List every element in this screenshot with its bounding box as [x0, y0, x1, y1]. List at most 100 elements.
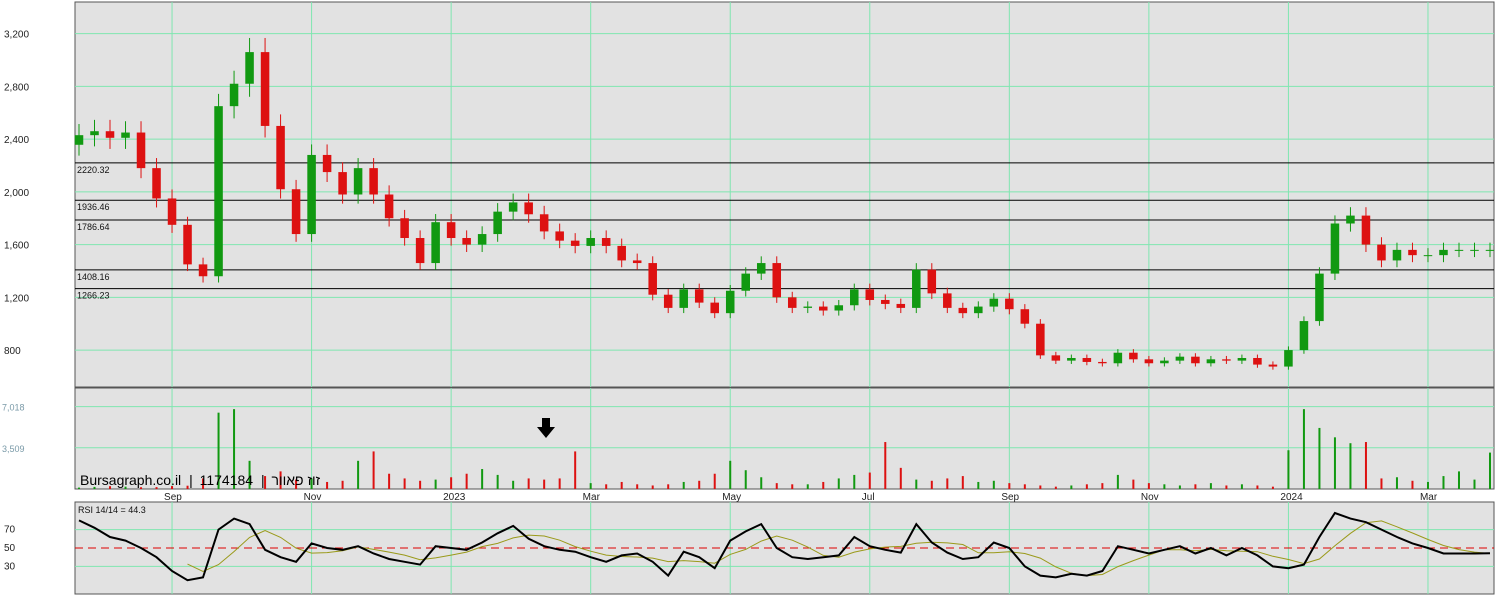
- brand-security-id: 1174184: [200, 472, 254, 488]
- volume-bar: [1194, 484, 1197, 489]
- time-axis-label: Sep: [1001, 492, 1019, 503]
- candle-body: [1454, 249, 1464, 251]
- candle-body: [1175, 356, 1185, 361]
- volume-bar: [1085, 484, 1088, 489]
- candle-body: [462, 238, 471, 245]
- brand-sep-2: |: [261, 472, 265, 488]
- price-tick-label: 800: [4, 346, 21, 357]
- candle-body: [198, 264, 208, 277]
- candle-body: [1191, 356, 1200, 364]
- level-label: 1408.16: [77, 272, 110, 282]
- candle-body: [1113, 352, 1123, 364]
- level-label: 2220.32: [77, 165, 110, 175]
- candle-body: [694, 289, 704, 303]
- candle-body: [1392, 249, 1402, 261]
- volume-bar: [1364, 442, 1367, 489]
- candle-body: [1036, 323, 1045, 356]
- rsi-label: RSI 14/14 = 44.3: [78, 505, 146, 515]
- candle-body: [663, 294, 673, 308]
- volume-bar: [1380, 478, 1383, 489]
- candle-body: [1284, 350, 1293, 367]
- volume-bar: [760, 477, 763, 489]
- candle-body: [679, 289, 688, 308]
- candle-body: [834, 305, 844, 311]
- volume-bar: [1473, 479, 1476, 489]
- brand-caption: Bursagraph.co.il | 1174184 | זוז פאוור: [80, 472, 321, 488]
- candle-body: [276, 125, 285, 190]
- volume-bar: [1225, 485, 1228, 489]
- time-axis-label: Nov: [304, 492, 322, 503]
- volume-bar: [465, 473, 468, 489]
- candle-body: [1485, 249, 1495, 251]
- volume-bar: [837, 478, 840, 489]
- volume-bar: [450, 477, 453, 489]
- candle-body: [105, 131, 115, 138]
- volume-bar: [698, 480, 701, 489]
- volume-bar: [605, 484, 608, 489]
- volume-bar: [713, 473, 716, 489]
- candle-body: [446, 222, 456, 239]
- volume-bar: [946, 478, 949, 489]
- candle-body: [136, 132, 146, 169]
- candle-body: [260, 52, 270, 126]
- time-axis-label: 2024: [1280, 492, 1303, 503]
- candle-body: [400, 218, 409, 239]
- volume-bar: [1008, 483, 1011, 489]
- volume-bar: [822, 481, 825, 489]
- candle-body: [912, 269, 921, 308]
- volume-bar: [527, 478, 530, 489]
- price-tick-label: 2,400: [4, 135, 29, 146]
- candle-body: [167, 198, 177, 225]
- volume-bar: [1302, 409, 1305, 489]
- volume-bar: [992, 480, 995, 489]
- volume-bar: [806, 484, 809, 489]
- volume-bar: [667, 484, 670, 489]
- candle-body: [229, 83, 239, 107]
- candle-body: [1377, 244, 1386, 261]
- volume-bar: [434, 479, 437, 489]
- rsi-tick-label: 70: [4, 525, 16, 536]
- candle-body: [1237, 357, 1247, 361]
- volume-bar: [775, 483, 778, 489]
- volume-bar: [388, 473, 391, 489]
- volume-bar: [574, 451, 577, 489]
- candle-body: [632, 260, 642, 264]
- candle-body: [617, 245, 626, 261]
- volume-bar: [1163, 484, 1166, 489]
- volume-bar: [558, 478, 561, 489]
- price-tick-label: 1,200: [4, 293, 29, 304]
- candle-body: [384, 194, 394, 219]
- candle-body: [896, 303, 906, 308]
- level-label: 1936.46: [77, 202, 110, 212]
- level-label: 1266.23: [77, 291, 110, 301]
- candle-body: [322, 154, 332, 173]
- candle-body: [787, 297, 797, 308]
- candle-body: [152, 168, 161, 199]
- brand-site: Bursagraph.co.il: [80, 472, 181, 488]
- volume-bar: [977, 481, 980, 489]
- candle-body: [570, 240, 580, 246]
- volume-bar: [1132, 479, 1135, 489]
- volume-bar: [915, 479, 918, 489]
- candle-body: [1067, 357, 1076, 361]
- candle-body: [245, 52, 254, 84]
- volume-bar: [1411, 480, 1414, 489]
- time-axis-label: May: [722, 492, 741, 503]
- volume-bar: [1054, 486, 1057, 489]
- candle-body: [1299, 321, 1309, 351]
- volume-bar: [853, 474, 856, 489]
- volume-bar: [372, 451, 375, 489]
- candle-body: [307, 154, 316, 235]
- candle-body: [1346, 215, 1355, 224]
- candle-body: [74, 135, 84, 145]
- candle-body: [1408, 249, 1417, 256]
- candle-body: [1082, 357, 1092, 362]
- volume-bar: [1256, 485, 1259, 489]
- volume-bar: [1395, 477, 1398, 489]
- candle-body: [338, 172, 347, 195]
- candle-body: [1253, 357, 1262, 365]
- volume-tick-label: 3,509: [2, 444, 25, 454]
- volume-bar: [1442, 476, 1445, 489]
- candle-body: [1439, 249, 1448, 256]
- candle-body: [477, 234, 487, 245]
